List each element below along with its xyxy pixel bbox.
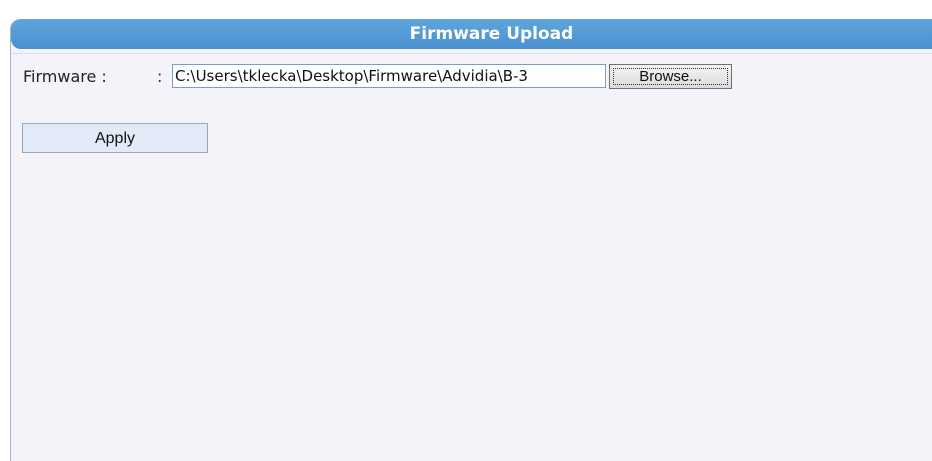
firmware-file-path-input[interactable]: C:\Users\tklecka\Desktop\Firmware\Advidi…	[172, 64, 606, 88]
apply-button[interactable]: Apply	[22, 123, 208, 153]
title-divider	[11, 53, 932, 54]
firmware-upload-panel: Firmware Upload Firmware : : C:\Users\tk…	[10, 19, 932, 461]
browse-button[interactable]: Browse...	[609, 64, 732, 89]
firmware-colon: :	[157, 67, 163, 86]
panel-title: Firmware Upload	[11, 19, 932, 49]
firmware-label: Firmware :	[23, 67, 107, 86]
focus-ring	[613, 68, 728, 85]
